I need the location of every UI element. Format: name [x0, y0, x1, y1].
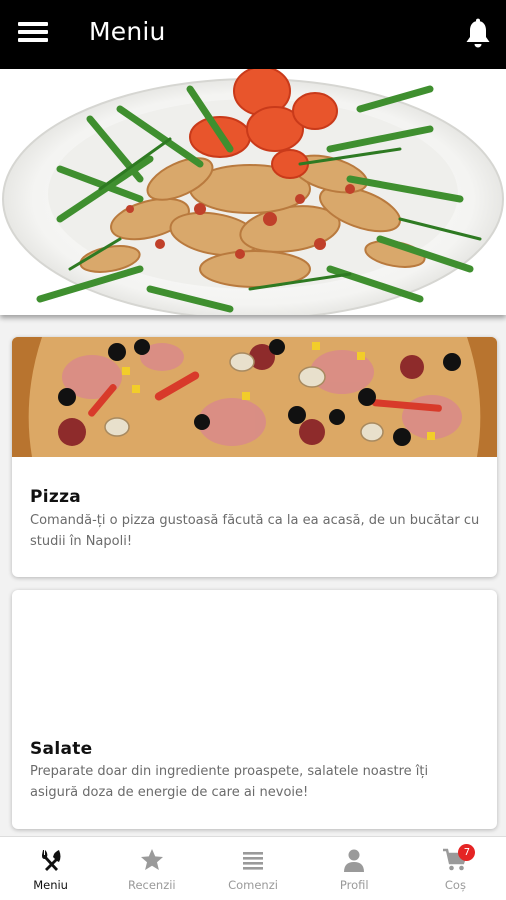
star-icon: [140, 849, 163, 870]
category-card-salate[interactable]: Salate Preparate doar din ingrediente pr…: [12, 590, 497, 829]
nav-item-profil[interactable]: Profil: [304, 837, 405, 900]
bottom-navigation: Meniu Recenzii Comenzi Profil 7 Coș: [0, 836, 506, 900]
bell-icon[interactable]: [464, 18, 492, 50]
category-card-pizza[interactable]: Pizza Comandă-ți o pizza gustoasă făcută…: [12, 337, 497, 577]
nav-item-meniu[interactable]: Meniu: [0, 837, 101, 900]
nav-item-cos[interactable]: 7 Coș: [405, 837, 506, 900]
nav-label: Profil: [339, 878, 369, 892]
hero-food-image: [0, 69, 506, 315]
nav-item-comenzi[interactable]: Comenzi: [202, 837, 303, 900]
page-title: Meniu: [89, 17, 166, 46]
list-icon: [243, 852, 263, 870]
nav-label: Coș: [444, 878, 466, 892]
hamburger-icon[interactable]: [18, 22, 48, 46]
category-title: Pizza: [30, 487, 82, 507]
nav-label: Comenzi: [228, 878, 278, 892]
category-title: Salate: [30, 739, 93, 759]
nav-label: Meniu: [33, 878, 68, 892]
nav-label: Recenzii: [127, 878, 176, 892]
cart-count-badge: 7: [458, 844, 476, 861]
app-bar: Meniu: [0, 0, 506, 69]
category-description: Preparate doar din ingrediente proaspete…: [30, 764, 429, 800]
category-description: Comandă-ți o pizza gustoasă făcută ca la…: [30, 513, 480, 549]
fork-knife-icon: [41, 850, 61, 871]
nav-item-recenzii[interactable]: Recenzii: [101, 837, 202, 900]
person-icon: [344, 849, 365, 872]
pizza-image: [12, 337, 497, 457]
